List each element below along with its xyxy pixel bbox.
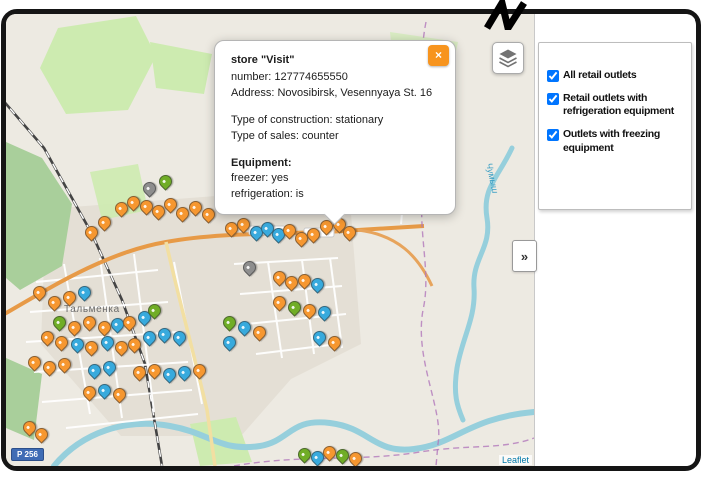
app-window: Тальменка Чумыш Р 256 Leaflet × store "V… — [1, 9, 701, 471]
map-marker[interactable] — [25, 353, 44, 372]
filter-panel: All retail outlets Retail outlets with r… — [538, 42, 692, 210]
popup-store-address: Address: Novosibirsk, Vesennyaya St. 16 — [231, 86, 433, 99]
popup-freezer-line: freezer: yes — [231, 172, 289, 185]
map-marker[interactable] — [346, 449, 365, 466]
filter-option-all-outlets[interactable]: All retail outlets — [545, 69, 688, 83]
filter-label: All retail outlets — [563, 69, 637, 81]
map-marker[interactable] — [65, 318, 84, 337]
filter-checkbox-all-outlets[interactable] — [547, 70, 559, 82]
map-marker[interactable] — [55, 355, 74, 374]
frame-notch-decoration — [483, 0, 527, 30]
popup-store-number: number: 127774655550 — [231, 71, 348, 84]
map-marker[interactable] — [220, 313, 239, 332]
map-marker[interactable] — [155, 325, 174, 344]
sidebar: All retail outlets Retail outlets with r… — [534, 14, 695, 466]
popup-close-button[interactable]: × — [428, 45, 449, 66]
popup-sales-type: Type of sales: counter — [231, 129, 339, 142]
filter-checkbox-refrigeration[interactable] — [547, 92, 559, 105]
map-marker[interactable] — [130, 363, 149, 382]
map-marker[interactable] — [315, 303, 334, 322]
filter-option-refrigeration[interactable]: Retail outlets with refrigeration equipm… — [545, 92, 688, 119]
map-marker[interactable] — [285, 298, 304, 317]
map-marker[interactable] — [250, 323, 269, 342]
filter-label: Retail outlets with refrigeration equipm… — [563, 91, 674, 118]
map-marker[interactable] — [235, 318, 254, 337]
map-marker[interactable] — [156, 172, 175, 191]
map-marker[interactable] — [300, 301, 319, 320]
filter-label: Outlets with freezing equipment — [563, 127, 660, 154]
sidebar-collapse-button[interactable]: » — [512, 240, 537, 272]
leaflet-attribution-link[interactable]: Leaflet — [498, 455, 532, 465]
map-marker[interactable] — [310, 328, 329, 347]
filter-option-freezing[interactable]: Outlets with freezing equipment — [545, 128, 688, 155]
store-popup: × store "Visit" number: 127774655550 Add… — [214, 40, 456, 226]
app-window-content: Тальменка Чумыш Р 256 Leaflet × store "V… — [6, 14, 696, 466]
map-marker[interactable] — [68, 335, 87, 354]
map-marker[interactable] — [240, 258, 259, 277]
map-marker[interactable] — [170, 328, 189, 347]
map-marker[interactable] — [52, 333, 71, 352]
layers-control-button[interactable] — [492, 42, 524, 74]
map[interactable]: Тальменка Чумыш Р 256 Leaflet × store "V… — [6, 14, 534, 466]
map-marker[interactable] — [45, 293, 64, 312]
map-marker[interactable] — [120, 313, 139, 332]
map-marker[interactable] — [95, 381, 114, 400]
map-marker[interactable] — [325, 333, 344, 352]
popup-equipment-header: Equipment: — [231, 156, 292, 169]
map-marker[interactable] — [270, 293, 289, 312]
map-marker[interactable] — [160, 365, 179, 384]
map-marker[interactable] — [145, 361, 164, 380]
map-marker[interactable] — [40, 358, 59, 377]
popup-refrigeration-line: refrigeration: is — [231, 187, 304, 200]
map-marker[interactable] — [175, 363, 194, 382]
layers-icon — [499, 49, 517, 68]
filter-checkbox-freezing[interactable] — [547, 128, 559, 141]
map-marker[interactable] — [30, 283, 49, 302]
map-marker[interactable] — [95, 213, 114, 232]
map-marker[interactable] — [100, 358, 119, 377]
map-marker[interactable] — [80, 383, 99, 402]
map-marker[interactable] — [110, 385, 129, 404]
map-marker[interactable] — [125, 335, 144, 354]
map-marker[interactable] — [140, 179, 159, 198]
map-marker[interactable] — [82, 338, 101, 357]
map-marker[interactable] — [220, 333, 239, 352]
map-marker[interactable] — [85, 361, 104, 380]
map-marker[interactable] — [80, 313, 99, 332]
map-marker[interactable] — [140, 328, 159, 347]
map-marker[interactable] — [60, 288, 79, 307]
map-marker[interactable] — [50, 313, 69, 332]
map-marker[interactable] — [190, 361, 209, 380]
map-marker[interactable] — [75, 283, 94, 302]
popup-store-title: store "Visit" — [231, 54, 295, 66]
popup-construction-type: Type of construction: stationary — [231, 114, 384, 127]
